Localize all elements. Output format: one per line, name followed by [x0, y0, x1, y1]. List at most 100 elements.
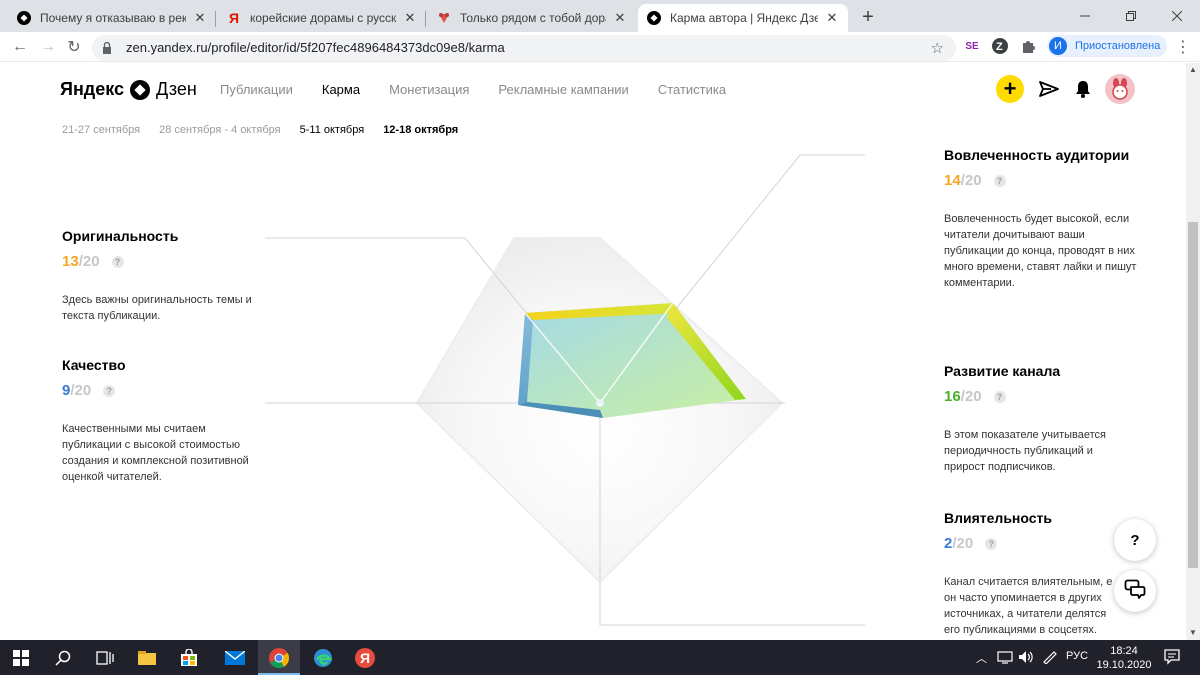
tab-title: корейские дорамы с русской оз	[250, 11, 396, 25]
metric-name: Оригинальность	[62, 228, 179, 244]
restore-icon[interactable]	[1108, 0, 1154, 32]
dzen-icon	[646, 10, 662, 26]
tab-title: Только рядом с тобой дорама 2	[460, 11, 606, 25]
help-icon[interactable]: ?	[993, 174, 1006, 187]
metric-score: 13 / 20 ?	[62, 253, 262, 270]
metric-name: Развитие канала	[944, 363, 1061, 379]
browser-tab-active[interactable]: Карма автора | Яндекс Дзен ✕	[638, 4, 848, 32]
metric-originality: Оригинальность 13 / 20 ? Здесь важны ори…	[62, 228, 262, 324]
edge-icon[interactable]	[302, 640, 344, 675]
scroll-up-icon[interactable]: ▲	[1186, 63, 1200, 77]
metric-channel-growth: Развитие канала 16 / 20 ? В этом показат…	[944, 363, 1144, 475]
score-max: 20	[964, 388, 982, 405]
week-selector: 21-27 сентября 28 сентября - 4 октября 5…	[62, 124, 477, 136]
notifications-icon[interactable]	[1164, 649, 1180, 668]
yandex-dzen-logo[interactable]: Яндекс Дзен	[60, 79, 197, 100]
tab-title: Почему я отказываю в рекламе	[40, 11, 186, 25]
puzzle-extensions-icon[interactable]	[1018, 36, 1038, 56]
reload-icon[interactable]: ↻	[64, 37, 84, 57]
send-icon[interactable]	[1038, 79, 1060, 99]
dzen-logo-icon	[130, 79, 151, 100]
week-option[interactable]: 21-27 сентября	[62, 124, 140, 136]
nav-statistics[interactable]: Статистика	[658, 82, 726, 97]
help-icon[interactable]: ?	[103, 384, 116, 397]
nav-karma[interactable]: Карма	[322, 82, 360, 97]
clock[interactable]: 18:24 19.10.2020	[1096, 644, 1152, 672]
file-explorer-icon[interactable]	[126, 640, 168, 675]
scroll-down-icon[interactable]: ▼	[1186, 626, 1200, 640]
main-nav: Публикации Карма Монетизация Рекламные к…	[220, 82, 755, 97]
yandex-browser-icon[interactable]: Я	[344, 640, 386, 675]
keyboard-language[interactable]: РУС	[1066, 650, 1088, 662]
avatar: И	[1049, 37, 1067, 55]
browser-tab[interactable]: Я корейские дорамы с русской оз ✕	[218, 4, 426, 32]
browser-tab[interactable]: Почему я отказываю в рекламе ✕	[8, 4, 216, 32]
bell-icon[interactable]	[1072, 79, 1094, 99]
lock-icon	[102, 41, 112, 59]
week-option-selected[interactable]: 12-18 октября	[383, 124, 458, 136]
metric-influence: Влиятельность 2 / 20 ? Канал считается в…	[944, 510, 1144, 638]
profile-button[interactable]: И Приостановлена	[1047, 35, 1167, 57]
show-hidden-icons[interactable]: ︿	[976, 650, 987, 666]
score-max: 20	[82, 253, 100, 270]
score-value: 16	[944, 388, 961, 405]
store-icon[interactable]	[168, 640, 210, 675]
metric-description: В этом показателе учитывается периодично…	[944, 429, 1106, 473]
clock-date: 19.10.2020	[1096, 659, 1152, 671]
help-icon[interactable]: ?	[111, 255, 124, 268]
nav-publications[interactable]: Публикации	[220, 82, 293, 97]
url-text: zen.yandex.ru/profile/editor/id/5f207fec…	[126, 40, 505, 55]
metric-engagement: Вовлеченность аудитории 14 / 20 ? Вовлеч…	[944, 147, 1144, 291]
chrome-taskbar-icon[interactable]	[258, 640, 300, 675]
address-bar[interactable]: zen.yandex.ru/profile/editor/id/5f207fec…	[92, 35, 956, 61]
clock-time: 18:24	[1110, 645, 1138, 657]
nav-monetization[interactable]: Монетизация	[389, 82, 469, 97]
help-icon[interactable]: ?	[993, 390, 1006, 403]
task-view-icon[interactable]	[84, 640, 126, 675]
karma-radar-chart	[265, 154, 865, 626]
search-icon[interactable]	[42, 640, 84, 675]
channel-avatar[interactable]	[1105, 74, 1135, 104]
volume-icon[interactable]	[1018, 650, 1034, 667]
browser-toolbar: ← → ↻ zen.yandex.ru/profile/editor/id/5f…	[0, 32, 1200, 62]
metric-name: Вовлеченность аудитории	[944, 147, 1130, 163]
help-icon[interactable]: ?	[985, 537, 998, 550]
windows-start-icon[interactable]	[0, 640, 42, 675]
browser-tab[interactable]: Только рядом с тобой дорама 2 ✕	[428, 4, 636, 32]
close-icon[interactable]: ✕	[402, 10, 418, 26]
svg-text:Z: Z	[996, 41, 1003, 53]
metric-quality: Качество 9 / 20 ? Качественными мы счита…	[62, 357, 262, 485]
screen: Почему я отказываю в рекламе ✕ Я корейск…	[0, 0, 1200, 675]
chat-button[interactable]	[1114, 570, 1156, 612]
pen-icon[interactable]	[1042, 650, 1058, 667]
logo-dzen-text: Дзен	[156, 79, 197, 99]
help-button[interactable]: ?	[1114, 519, 1156, 561]
metric-name: Влиятельность	[944, 510, 1052, 526]
back-icon[interactable]: ←	[10, 37, 30, 57]
se-extension-icon[interactable]: SE	[962, 36, 982, 56]
bookmark-star-icon[interactable]: ☆	[931, 39, 944, 57]
nav-ad-campaigns[interactable]: Рекламные кампании	[498, 82, 628, 97]
logo-yandex-text: Яндекс	[60, 79, 125, 99]
minimize-icon[interactable]	[1062, 0, 1108, 32]
z-extension-icon[interactable]: Z	[990, 36, 1010, 56]
close-icon[interactable]: ✕	[192, 10, 208, 26]
week-option[interactable]: 28 сентября - 4 октября	[159, 124, 280, 136]
new-tab-button[interactable]: +	[856, 6, 880, 30]
svg-text:Я: Я	[229, 11, 239, 25]
menu-kebab-icon[interactable]: ⋮	[1175, 37, 1191, 57]
close-window-icon[interactable]	[1154, 0, 1200, 32]
score-max: 20	[74, 382, 92, 399]
close-icon[interactable]: ✕	[612, 10, 628, 26]
week-option[interactable]: 5-11 октября	[300, 124, 365, 136]
mail-icon[interactable]	[214, 640, 256, 675]
chat-icon	[1124, 579, 1146, 603]
add-publication-button[interactable]: +	[996, 75, 1024, 103]
metric-description: Здесь важны оригинальность темы и текста…	[62, 294, 252, 322]
close-icon[interactable]: ✕	[824, 10, 840, 26]
scroll-thumb[interactable]	[1188, 222, 1198, 568]
yandex-icon: Я	[226, 10, 242, 26]
network-icon[interactable]	[996, 650, 1014, 667]
metric-score: 16 / 20 ?	[944, 388, 1144, 405]
forward-icon[interactable]: →	[38, 37, 58, 57]
